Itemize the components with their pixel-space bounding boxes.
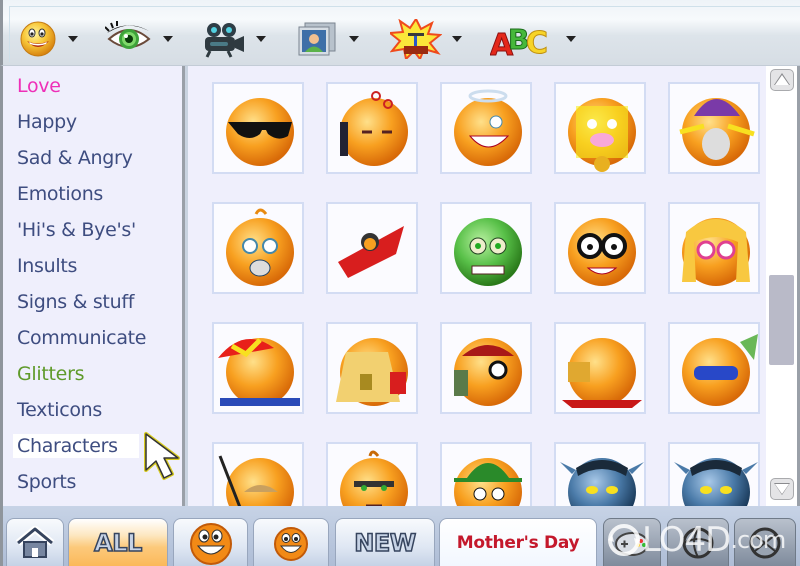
sidebar-item-hi-s-bye-s[interactable]: 'Hi's & Bye's' [13, 218, 140, 242]
emoticon-cell[interactable] [326, 442, 418, 506]
dropdown-arrow-icon[interactable] [68, 36, 78, 42]
emoticon-cell[interactable] [440, 82, 532, 174]
svg-text:C: C [526, 26, 548, 59]
big-grin-smiley-icon [189, 522, 232, 565]
angel-smiley-icon [454, 89, 522, 166]
emoticon-cell[interactable] [326, 82, 418, 174]
emoticon-cell[interactable] [440, 442, 532, 506]
toolbar-panel: A B C [9, 6, 800, 62]
toolbar-video-button[interactable] [200, 17, 266, 61]
emoticon-cell[interactable] [554, 442, 646, 506]
sidebar-item-characters[interactable]: Characters [13, 434, 139, 458]
avatar-navi-female-icon [674, 458, 758, 506]
tab-all-label: ALL [93, 528, 143, 558]
home-icon [15, 525, 55, 558]
video-camera-icon [205, 23, 244, 58]
photo-frame-icon [298, 22, 336, 56]
emoticon-cell[interactable] [326, 202, 418, 294]
toolbar-text-button[interactable]: A B C [490, 17, 576, 61]
toolbar-explosion-button[interactable] [390, 17, 462, 61]
dropdown-arrow-icon[interactable] [256, 36, 266, 42]
beach-umbrella-smiley-icon [218, 338, 300, 406]
grumpy-orange-smiley-icon [340, 450, 408, 506]
snorkel-diver-smiley-icon [682, 334, 758, 406]
bottom-tab-bar: ALL NEW Mother's Day [0, 506, 800, 566]
eye-icon [105, 21, 151, 49]
scroll-up-button[interactable] [770, 69, 794, 91]
sidebar-item-happy[interactable]: Happy [13, 110, 81, 134]
baby-pacifier-smiley-icon [226, 208, 294, 286]
toolbar-smiley-button[interactable] [18, 17, 78, 61]
tab-games[interactable] [603, 518, 661, 566]
clown-medal-smiley-icon [568, 98, 636, 172]
smiley-icon [20, 21, 56, 57]
dropdown-arrow-icon[interactable] [452, 36, 462, 42]
emoticon-cell[interactable] [440, 322, 532, 414]
sidebar-item-emotions[interactable]: Emotions [13, 182, 107, 206]
emoticon-cell[interactable] [668, 442, 760, 506]
scroll-down-button[interactable] [770, 478, 794, 500]
sidebar-item-communicate[interactable]: Communicate [13, 326, 150, 350]
sidebar-item-insults[interactable]: Insults [13, 254, 81, 278]
emoticon-cell[interactable] [212, 202, 304, 294]
tab-mothers-day-label: Mother's Day [456, 532, 580, 553]
dropdown-arrow-icon[interactable] [163, 36, 173, 42]
pilot-airplane-smiley-icon [338, 226, 404, 278]
nerd-glasses-smiley-icon [568, 218, 636, 286]
emoticon-cell[interactable] [554, 322, 646, 414]
emoticon-cell[interactable] [440, 202, 532, 294]
grid-scrollbar[interactable] [766, 66, 800, 506]
sunglasses-smiley-icon [226, 98, 294, 166]
sidebar-item-sports[interactable]: Sports [13, 470, 80, 494]
scroll-thumb[interactable] [769, 275, 794, 366]
emoticon-cell[interactable] [554, 82, 646, 174]
sidebar-item-sad-angry[interactable]: Sad & Angry [13, 146, 137, 170]
tab-sports[interactable] [667, 518, 729, 566]
emoticon-cell[interactable] [212, 322, 304, 414]
tab-home[interactable] [6, 518, 64, 566]
tab-sports-2[interactable] [734, 518, 796, 566]
toolbar-photo-button[interactable] [295, 17, 359, 61]
emoticon-cell[interactable] [212, 82, 304, 174]
tab-small-smiley[interactable] [253, 518, 329, 566]
toolbar-eye-button[interactable] [105, 17, 173, 61]
explosion-detonator-icon [390, 19, 442, 59]
tab-big-smiley[interactable] [173, 518, 248, 566]
emoticon-cell[interactable] [668, 202, 760, 294]
small-grin-smiley-icon [274, 526, 308, 561]
abc-letters-icon: A B C [490, 23, 549, 60]
drunk-bottle-smiley-icon [340, 91, 408, 166]
sport-ball-icon-2 [749, 527, 781, 558]
tab-new-label: NEW [354, 528, 417, 558]
gamepad-icon [615, 531, 649, 556]
tab-all[interactable]: ALL [68, 518, 168, 566]
backpacker-smiley-icon [454, 338, 522, 406]
emoticon-cell[interactable] [554, 202, 646, 294]
emoticon-grid [188, 66, 766, 506]
green-zombie-smiley-icon [454, 218, 522, 286]
green-hat-smiley-icon [454, 458, 522, 506]
sidebar-item-texticons[interactable]: Texticons [13, 398, 106, 422]
fisherman-smiley-icon [218, 455, 294, 506]
category-sidebar: Love Happy Sad & Angry Emotions 'Hi's & Bye'… [0, 66, 185, 506]
sidebar-item-signs-stuff[interactable]: Signs & stuff [13, 290, 138, 314]
wizard-lightning-smiley-icon [679, 98, 755, 166]
emoticon-toolbar: A B C [0, 0, 800, 66]
sidebar-item-glitters[interactable]: Glitters [13, 362, 88, 386]
dropdown-arrow-icon[interactable] [566, 36, 576, 42]
emoticon-cell[interactable] [668, 82, 760, 174]
tab-new[interactable]: NEW [335, 518, 435, 566]
picnic-smiley-icon [562, 338, 642, 408]
emoticon-cell[interactable] [326, 322, 418, 414]
emoticon-cell[interactable] [212, 442, 304, 506]
tab-mothers-day[interactable]: Mother's Day [439, 518, 597, 566]
sport-ball-icon [682, 527, 714, 558]
blonde-girl-smiley-icon [682, 218, 750, 286]
emoticon-cell[interactable] [668, 322, 760, 414]
sidebar-item-love[interactable]: Love [13, 74, 65, 98]
sandcastle-smiley-icon [336, 338, 408, 406]
avatar-navi-male-icon [560, 458, 644, 506]
dropdown-arrow-icon[interactable] [349, 36, 359, 42]
